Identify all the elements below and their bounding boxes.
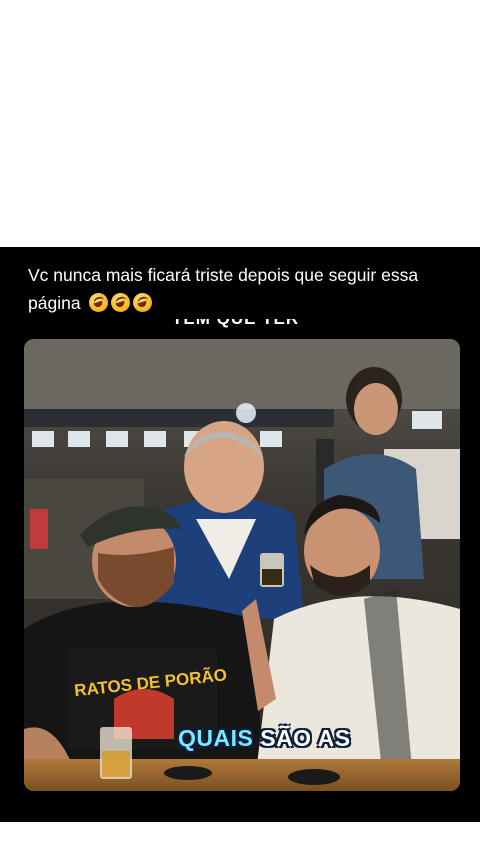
video-player[interactable]: RATOS DE PORÃO QUAIS SÃO AS (24, 339, 460, 791)
laughing-emoji-icon (111, 293, 131, 312)
post-card: Vc nunca mais ficará triste depois que s… (0, 247, 480, 822)
poster (30, 509, 48, 549)
subtitle-highlight: QUAIS (178, 725, 254, 751)
post-caption: Vc nunca mais ficará triste depois que s… (28, 261, 458, 317)
coaster (164, 766, 212, 780)
caption-text: Vc nunca mais ficará triste depois que s… (28, 265, 419, 313)
video-top-overlay-text: TEM QUE TER (172, 319, 322, 335)
coaster (288, 769, 340, 785)
laughing-emoji-icon (89, 293, 109, 312)
ceiling-light (236, 403, 256, 423)
caption-emojis (89, 293, 153, 312)
blank-area (0, 0, 480, 247)
video-subtitle: QUAIS SÃO AS (178, 725, 351, 752)
video-frame: RATOS DE PORÃO (24, 339, 460, 791)
table (24, 759, 460, 791)
subtitle-text: SÃO AS (260, 725, 351, 751)
awning (24, 409, 334, 427)
overlay-text: TEM QUE TER (172, 319, 299, 329)
laughing-emoji-icon (133, 293, 153, 312)
